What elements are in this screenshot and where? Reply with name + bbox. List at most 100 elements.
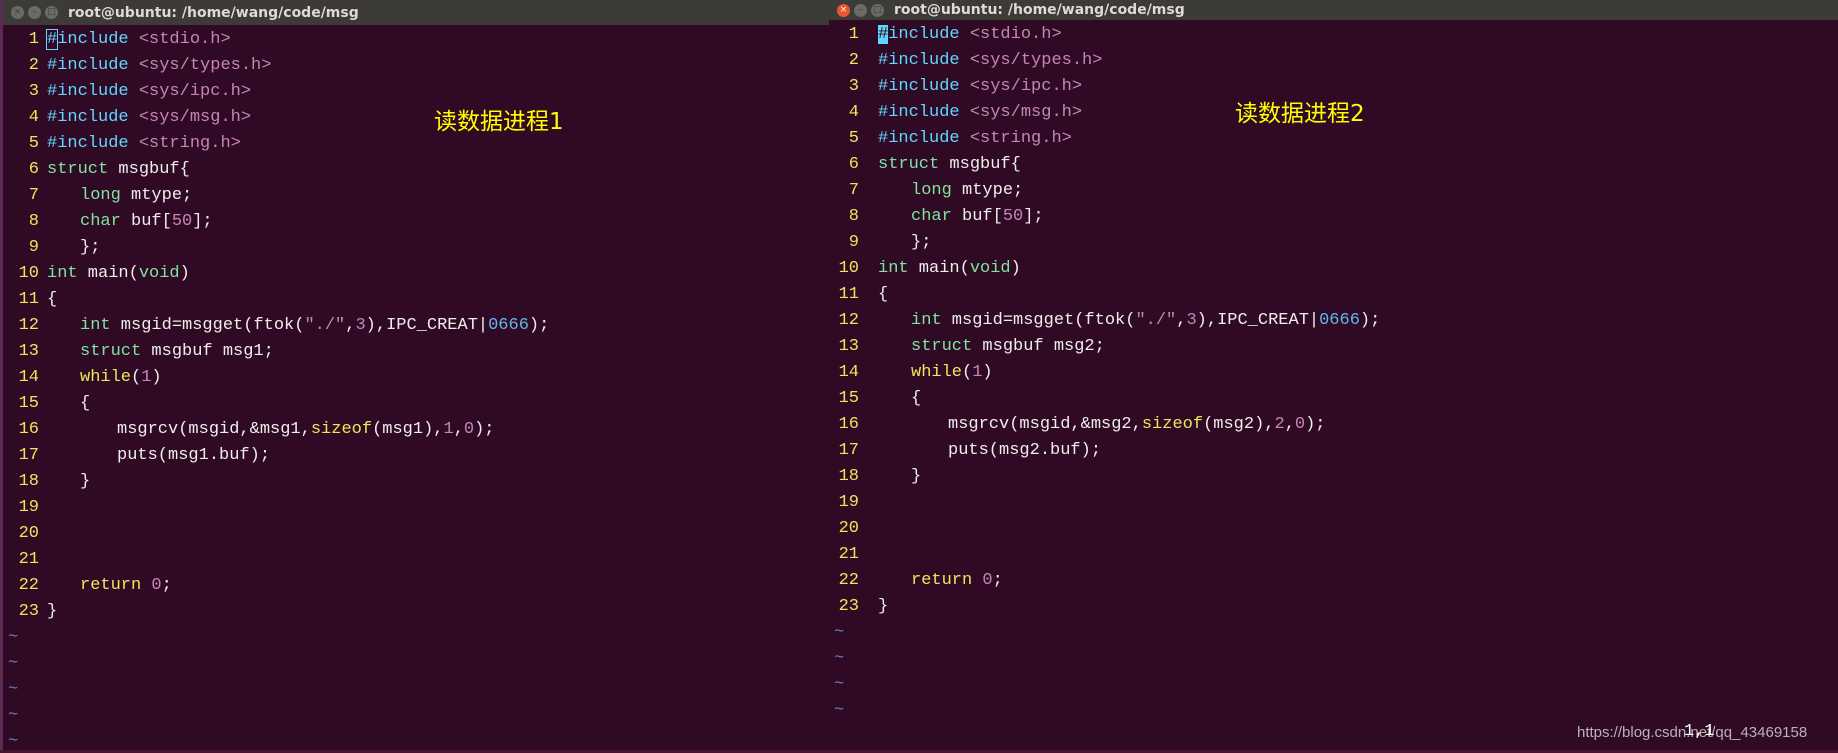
token-n: } (80, 472, 91, 491)
token-kw: char (80, 212, 121, 231)
code-text: { (911, 386, 921, 412)
code-line[interactable]: 14 while(1) (3, 365, 829, 391)
code-line[interactable]: 12 int msgid=msgget(ftok("./",3),IPC_CREA… (3, 313, 829, 339)
code-text: msgrcv(msgid,&msg2,sizeof(msg2),2,0); (948, 412, 1326, 438)
token-str: <string.h> (128, 134, 241, 153)
code-line[interactable]: 16 msgrcv(msgid,&msg2,sizeof(msg2),2,0); (829, 412, 1729, 438)
token-num: 1 (972, 363, 983, 382)
token-n: ; (992, 571, 1003, 590)
token-str: <sys/types.h> (128, 56, 272, 75)
token-pp: #include (878, 103, 960, 122)
token-n: ); (1305, 415, 1326, 434)
code-line[interactable]: 9}; (829, 230, 1729, 256)
token-str: <stdio.h> (128, 30, 231, 49)
code-line[interactable]: 2 #include <sys/types.h> (3, 53, 829, 79)
token-n (141, 576, 151, 595)
code-line[interactable]: 10 int main(void) (3, 261, 829, 287)
token-n: ); (528, 316, 550, 335)
token-kw: struct (911, 337, 973, 356)
token-str: <sys/msg.h> (128, 108, 252, 127)
maximize-button[interactable]: □ (871, 3, 884, 17)
minimize-button[interactable]: – (28, 6, 41, 19)
code-line[interactable]: 7 long mtype; (829, 178, 1729, 204)
code-line[interactable]: 22 return 0; (3, 573, 829, 599)
token-n: msgbuf msg1; (141, 342, 274, 361)
close-button[interactable]: × (837, 3, 850, 17)
code-line[interactable]: 17 puts(msg2.buf); (829, 438, 1729, 464)
code-line[interactable]: 8 char buf[50]; (3, 209, 829, 235)
code-line[interactable]: 23} (3, 599, 829, 625)
token-str: <sys/ipc.h> (128, 82, 252, 101)
code-line[interactable]: 1 #include <stdio.h> (3, 27, 829, 53)
code-line[interactable]: 14 while(1) (829, 360, 1729, 386)
code-line[interactable]: 6 struct msgbuf{ (829, 152, 1729, 178)
code-line[interactable]: 9}; (3, 235, 829, 261)
code-line[interactable]: 6 struct msgbuf{ (3, 157, 829, 183)
code-line[interactable]: 19 (3, 495, 829, 521)
token-st: sizeof (1141, 415, 1204, 434)
empty-line-tilde: ~ (8, 706, 19, 725)
code-line[interactable]: 7 long mtype; (3, 183, 829, 209)
code-line[interactable]: 15 { (829, 386, 1729, 412)
code-line[interactable]: 11 { (3, 287, 829, 313)
line-number: 14 (18, 368, 39, 387)
token-n: msgbuf msg2; (972, 337, 1105, 356)
token-str: <sys/types.h> (959, 51, 1103, 70)
code-text: #include <sys/types.h> (47, 53, 271, 79)
line-number: 16 (18, 420, 39, 439)
code-line[interactable]: 5 #include <string.h> (3, 131, 829, 157)
token-pp: #include (47, 108, 129, 127)
code-line[interactable]: 21 (829, 542, 1729, 568)
line-number: 21 (18, 550, 39, 569)
token-n: ) (1010, 259, 1021, 278)
line-number: 6 (848, 155, 859, 174)
code-text: char buf[50]; (80, 209, 213, 235)
line-number: 15 (838, 389, 859, 408)
terminal-window-left[interactable]: × – □ root@ubuntu: /home/wang/code/msg 1… (0, 0, 829, 753)
token-pp: include (888, 25, 960, 44)
line-number: 7 (848, 181, 859, 200)
token-n: msgbuf{ (108, 160, 190, 179)
code-line[interactable]: 20 (829, 516, 1729, 542)
line-number: 22 (838, 571, 859, 590)
code-line[interactable]: 12 int msgid=msgget(ftok("./",3),IPC_CREA… (829, 308, 1729, 334)
code-line[interactable]: 3 #include <sys/ipc.h> (3, 79, 829, 105)
code-line[interactable]: 11 { (829, 282, 1729, 308)
code-line[interactable]: 13 struct msgbuf msg1; (3, 339, 829, 365)
code-line[interactable]: 20 (3, 521, 829, 547)
code-line[interactable]: 18} (829, 464, 1729, 490)
empty-line-tilde: ~ (834, 649, 845, 668)
line-number: 17 (18, 446, 39, 465)
token-n: { (878, 285, 889, 304)
line-number: 15 (18, 394, 39, 413)
code-line[interactable]: 22 return 0; (829, 568, 1729, 594)
close-button[interactable]: × (11, 6, 24, 19)
code-text: long mtype; (911, 178, 1023, 204)
token-n: puts(msg1.buf); (117, 446, 271, 465)
code-line[interactable]: 2 #include <sys/types.h> (829, 48, 1729, 74)
code-line[interactable]: 23} (829, 594, 1729, 620)
terminal-window-right[interactable]: × – □ root@ubuntu: /home/wang/code/msg 1… (829, 0, 1838, 753)
code-line[interactable]: 19 (829, 490, 1729, 516)
code-line[interactable]: 21 (3, 547, 829, 573)
maximize-button[interactable]: □ (45, 6, 58, 19)
code-line[interactable]: 10 int main(void) (829, 256, 1729, 282)
code-line[interactable]: 8 char buf[50]; (829, 204, 1729, 230)
token-n: { (80, 394, 91, 413)
line-number: 16 (838, 415, 859, 434)
code-line[interactable]: 5 #include <string.h> (829, 126, 1729, 152)
code-line[interactable]: 15 { (3, 391, 829, 417)
code-line[interactable]: 4 #include <sys/msg.h> (3, 105, 829, 131)
token-n: msgrcv(msgid,&msg1, (117, 420, 311, 439)
code-line[interactable]: 16 msgrcv(msgid,&msg1,sizeof(msg1),1,0); (3, 417, 829, 443)
minimize-button[interactable]: – (854, 3, 867, 17)
code-line[interactable]: 18} (3, 469, 829, 495)
code-line[interactable]: 13 struct msgbuf msg2; (829, 334, 1729, 360)
token-str: <sys/msg.h> (959, 103, 1083, 122)
title-bar[interactable]: × – □ root@ubuntu: /home/wang/code/msg (829, 0, 1838, 20)
token-num: 50 (1002, 207, 1024, 226)
code-line[interactable]: 1 #include <stdio.h> (829, 22, 1729, 48)
title-bar[interactable]: × – □ root@ubuntu: /home/wang/code/msg (3, 0, 829, 25)
line-number: 11 (18, 290, 39, 309)
code-line[interactable]: 17 puts(msg1.buf); (3, 443, 829, 469)
